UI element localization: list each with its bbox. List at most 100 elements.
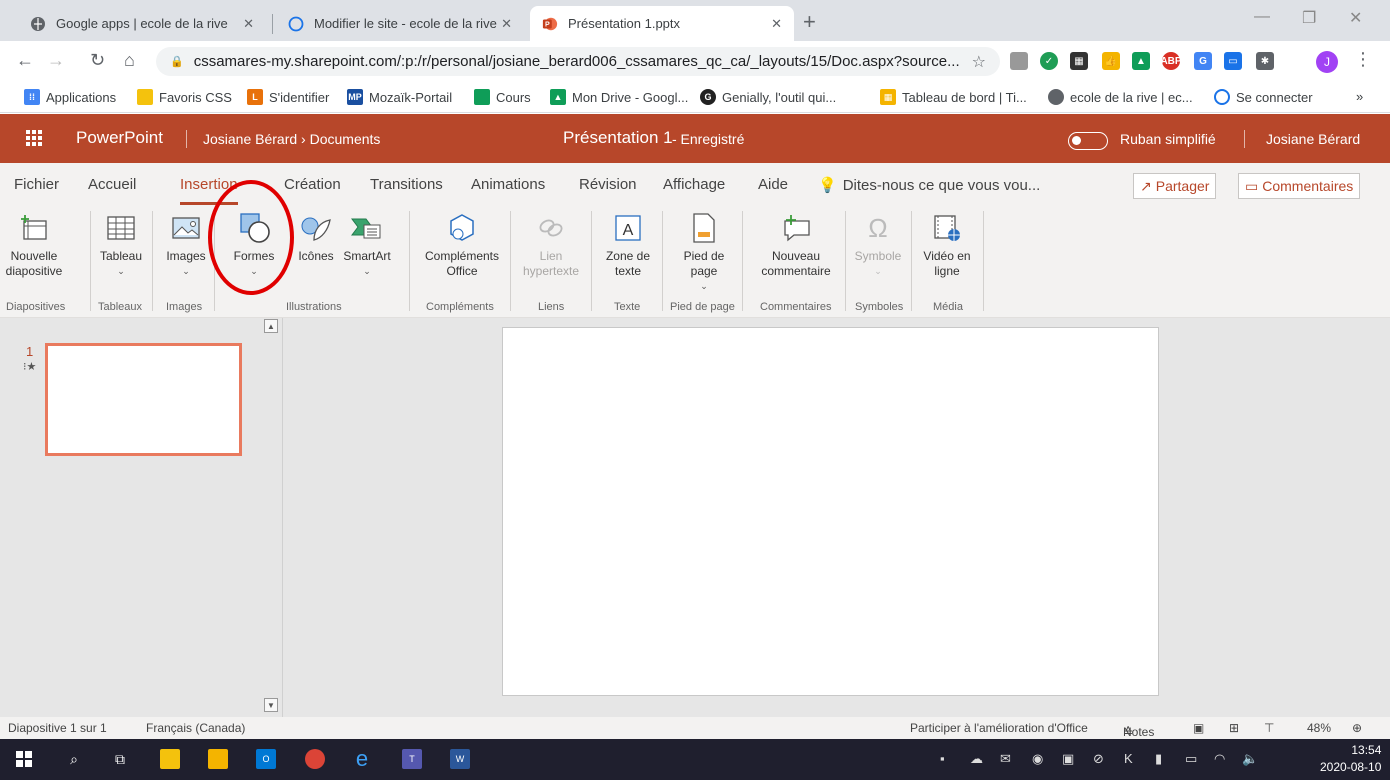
onedrive-icon[interactable]: ☁ (970, 751, 983, 767)
new-tab-button[interactable]: + (803, 9, 816, 35)
teams-icon[interactable]: T (402, 749, 422, 769)
bookmark-se-connecter[interactable]: Se connecter (1214, 89, 1313, 105)
browser-tab-google-apps[interactable]: Google apps | ecole de la rive ✕ (18, 6, 266, 41)
scroll-down-icon[interactable]: ▼ (264, 698, 278, 712)
new-comment-button[interactable]: Nouveau commentaire (758, 211, 834, 279)
translate-icon[interactable]: G (1194, 52, 1212, 70)
share-button[interactable]: ↗ Partager (1133, 173, 1217, 199)
extension-icon[interactable]: ✓ (1040, 52, 1058, 70)
bookmark-star-icon[interactable]: ☆ (972, 52, 986, 72)
sticky-notes-icon[interactable] (160, 749, 180, 769)
tab-revision[interactable]: Révision (579, 176, 637, 193)
tab-aide[interactable]: Aide (758, 176, 788, 193)
user-name[interactable]: Josiane Bérard (1266, 131, 1360, 147)
browser-tab-modifier-site[interactable]: Modifier le site - ecole de la rive ✕ (276, 6, 524, 41)
search-icon[interactable]: ⌕ (64, 749, 84, 769)
tab-affichage[interactable]: Affichage (663, 176, 725, 193)
feedback-link[interactable]: Participer à l'amélioration d'Office (910, 721, 1088, 735)
bookmark-mozaik[interactable]: MP Mozaïk-Portail (347, 89, 452, 105)
extension-icon[interactable] (1010, 52, 1028, 70)
app-tray-icon[interactable]: ⊘ (1093, 751, 1104, 767)
app-tray-icon[interactable]: ◉ (1032, 751, 1043, 767)
symbol-button[interactable]: Ω Symbole ⌄ (846, 211, 910, 279)
bookmark-ecole[interactable]: ecole de la rive | ec... (1048, 89, 1193, 105)
outlook-tray-icon[interactable]: ✉ (1000, 751, 1011, 767)
slide-thumbnail[interactable] (45, 343, 242, 456)
table-button[interactable]: Tableau ⌄ (89, 211, 153, 279)
bookmark-tableau-de-bord[interactable]: ▦ Tableau de bord | Ti... (880, 89, 1027, 105)
slide-sorter-icon[interactable]: ⊞ (1229, 721, 1239, 735)
word-icon[interactable]: W (450, 749, 470, 769)
task-view-icon[interactable]: ⧉ (110, 749, 130, 769)
bookmark-cours[interactable]: Cours (474, 89, 531, 105)
home-icon[interactable]: ⌂ (124, 50, 135, 71)
cast-icon[interactable]: ▭ (1224, 52, 1242, 70)
bookmark-mon-drive[interactable]: ▲ Mon Drive - Googl... (550, 89, 688, 105)
close-window-icon[interactable]: ✕ (1349, 8, 1362, 28)
office-addins-button[interactable]: Compléments Office (420, 211, 504, 279)
reading-view-icon[interactable]: ⊤ (1264, 721, 1274, 735)
wifi-icon[interactable]: ◠ (1214, 751, 1225, 767)
online-video-button[interactable]: Vidéo en ligne (915, 211, 979, 279)
reload-icon[interactable]: ↻ (90, 50, 105, 71)
volume-icon[interactable]: 🔈 (1242, 751, 1258, 767)
chrome-icon[interactable] (305, 749, 325, 769)
extension-thumb-icon[interactable]: 👍 (1102, 52, 1120, 70)
scroll-up-icon[interactable]: ▲ (264, 319, 278, 333)
profile-avatar[interactable]: J (1316, 51, 1338, 73)
minimize-icon[interactable]: — (1254, 8, 1270, 26)
textbox-button[interactable]: A Zone de texte (596, 211, 660, 279)
edge-icon[interactable]: e (352, 746, 372, 771)
browser-tab-presentation[interactable]: P Présentation 1.pptx ✕ (530, 6, 794, 41)
browser-menu-icon[interactable]: ⋮ (1354, 49, 1372, 70)
normal-view-icon[interactable]: ▣ (1193, 721, 1204, 735)
tab-transitions[interactable]: Transitions (370, 176, 443, 193)
file-explorer-icon[interactable] (208, 749, 228, 769)
footer-button[interactable]: Pied de page ⌄ (672, 211, 736, 294)
close-tab-icon[interactable]: ✕ (771, 16, 782, 32)
bookmark-genially[interactable]: G Genially, l'outil qui... (700, 89, 836, 105)
hyperlink-button[interactable]: Lien hypertexte (519, 211, 583, 279)
app-tray-icon[interactable]: K (1124, 751, 1133, 766)
windows-start-icon[interactable] (14, 749, 34, 769)
bookmark-identifier[interactable]: L S'identifier (247, 89, 329, 105)
comments-button[interactable]: ▭ Commentaires (1238, 173, 1361, 199)
tell-me-search[interactable]: 💡 Dites-nous ce que vous vou... (818, 176, 1040, 194)
drive-extension-icon[interactable]: ▲ (1132, 52, 1150, 70)
close-tab-icon[interactable]: ✕ (243, 16, 254, 32)
app-name[interactable]: PowerPoint (76, 128, 163, 148)
app-tray-icon[interactable]: ▣ (1062, 751, 1074, 767)
usb-icon[interactable]: ▮ (1155, 751, 1162, 767)
new-slide-button[interactable]: Nouvelle diapositive (2, 211, 66, 279)
tab-accueil[interactable]: Accueil (88, 176, 136, 193)
smartart-button[interactable]: SmartArt ⌄ (335, 211, 399, 279)
language-indicator[interactable]: Français (Canada) (146, 721, 245, 735)
teams-tray-icon[interactable]: ▪ (940, 751, 945, 766)
breadcrumb[interactable]: Josiane Bérard › Documents (203, 131, 380, 147)
back-icon[interactable]: ← (16, 50, 34, 71)
extensions-puzzle-icon[interactable]: ✱ (1256, 52, 1274, 70)
zoom-level[interactable]: 48% (1307, 721, 1331, 735)
close-tab-icon[interactable]: ✕ (501, 16, 512, 32)
extension-grid-icon[interactable]: ▦ (1070, 52, 1088, 70)
forward-icon[interactable]: → (47, 50, 65, 71)
bookmark-favoris-css[interactable]: Favoris CSS (137, 89, 232, 105)
slide-canvas[interactable] (502, 327, 1159, 696)
adblock-icon[interactable]: ABP (1160, 52, 1182, 70)
restore-icon[interactable]: ❐ (1302, 8, 1316, 28)
tab-creation[interactable]: Création (284, 176, 341, 193)
fit-slide-icon[interactable]: ⊕ (1352, 721, 1362, 735)
textbox-icon: A (596, 211, 660, 245)
battery-icon[interactable]: ▭ (1185, 751, 1197, 767)
tab-fichier[interactable]: Fichier (14, 176, 59, 193)
app-launcher-icon[interactable] (26, 130, 42, 151)
more-bookmarks-icon[interactable]: » (1356, 89, 1363, 104)
outlook-icon[interactable]: O (256, 749, 276, 769)
address-bar[interactable]: 🔒 cssamares-my.sharepoint.com/:p:/r/pers… (156, 47, 1000, 76)
system-clock[interactable]: 13:54 2020-08-10 (1320, 742, 1381, 776)
document-title[interactable]: Présentation 1 (563, 128, 673, 148)
globe-icon (1048, 89, 1064, 105)
tab-animations[interactable]: Animations (471, 176, 545, 193)
simplified-ribbon-toggle[interactable] (1068, 132, 1108, 150)
bookmark-applications[interactable]: ⁞⁞ Applications (24, 89, 116, 105)
